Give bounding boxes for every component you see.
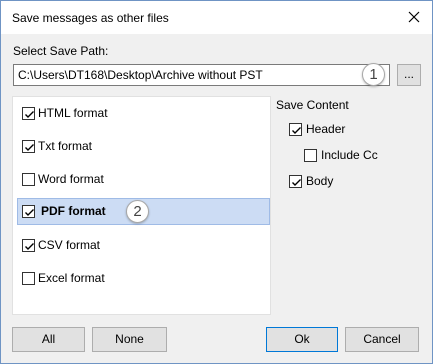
- html-format-checkbox[interactable]: [22, 107, 35, 120]
- csv-format-label: CSV format: [38, 238, 101, 252]
- save-path-label: Select Save Path:: [13, 44, 109, 58]
- format-item-excel[interactable]: Excel format: [13, 265, 270, 292]
- format-item-word[interactable]: Word format: [13, 166, 270, 193]
- format-item-pdf[interactable]: PDF format 2: [17, 198, 270, 225]
- check-icon: [292, 127, 301, 134]
- window-title: Save messages as other files: [12, 11, 169, 25]
- format-list: HTML format Txt format Word format PDF f…: [12, 96, 271, 315]
- select-none-button[interactable]: None: [92, 327, 167, 352]
- check-icon: [25, 243, 34, 250]
- ok-button[interactable]: Ok: [266, 327, 338, 352]
- excel-format-checkbox[interactable]: [22, 272, 35, 285]
- word-format-label: Word format: [38, 172, 104, 186]
- pdf-format-label: PDF format: [41, 204, 106, 218]
- check-icon: [25, 209, 34, 216]
- txt-format-label: Txt format: [38, 139, 93, 153]
- check-icon: [25, 144, 34, 151]
- save-path-input[interactable]: [13, 64, 390, 86]
- csv-format-checkbox[interactable]: [22, 239, 35, 252]
- dialog-window: Save messages as other files Select Save…: [0, 0, 433, 364]
- word-format-checkbox[interactable]: [22, 173, 35, 186]
- txt-format-checkbox[interactable]: [22, 140, 35, 153]
- title-bar: Save messages as other files: [1, 1, 432, 34]
- format-item-csv[interactable]: CSV format: [13, 232, 270, 259]
- check-icon: [292, 179, 301, 186]
- body-checkbox[interactable]: [289, 175, 302, 188]
- close-icon[interactable]: [406, 9, 422, 25]
- step-badge-two: 2: [126, 200, 149, 223]
- excel-format-label: Excel format: [38, 271, 105, 285]
- include-cc-checkbox[interactable]: [304, 149, 317, 162]
- cancel-button[interactable]: Cancel: [345, 327, 419, 352]
- save-content-label: Save Content: [276, 98, 349, 112]
- pdf-format-checkbox[interactable]: [22, 205, 35, 218]
- include-cc-label: Include Cc: [321, 148, 378, 162]
- format-item-html[interactable]: HTML format: [13, 100, 270, 127]
- format-item-txt[interactable]: Txt format: [13, 133, 270, 160]
- header-label: Header: [306, 122, 346, 136]
- browse-button[interactable]: ...: [397, 64, 421, 86]
- body-label: Body: [306, 174, 334, 188]
- check-icon: [25, 111, 34, 118]
- header-checkbox[interactable]: [289, 123, 302, 136]
- step-badge-one: 1: [362, 63, 385, 86]
- html-format-label: HTML format: [38, 106, 108, 120]
- select-all-button[interactable]: All: [12, 327, 85, 352]
